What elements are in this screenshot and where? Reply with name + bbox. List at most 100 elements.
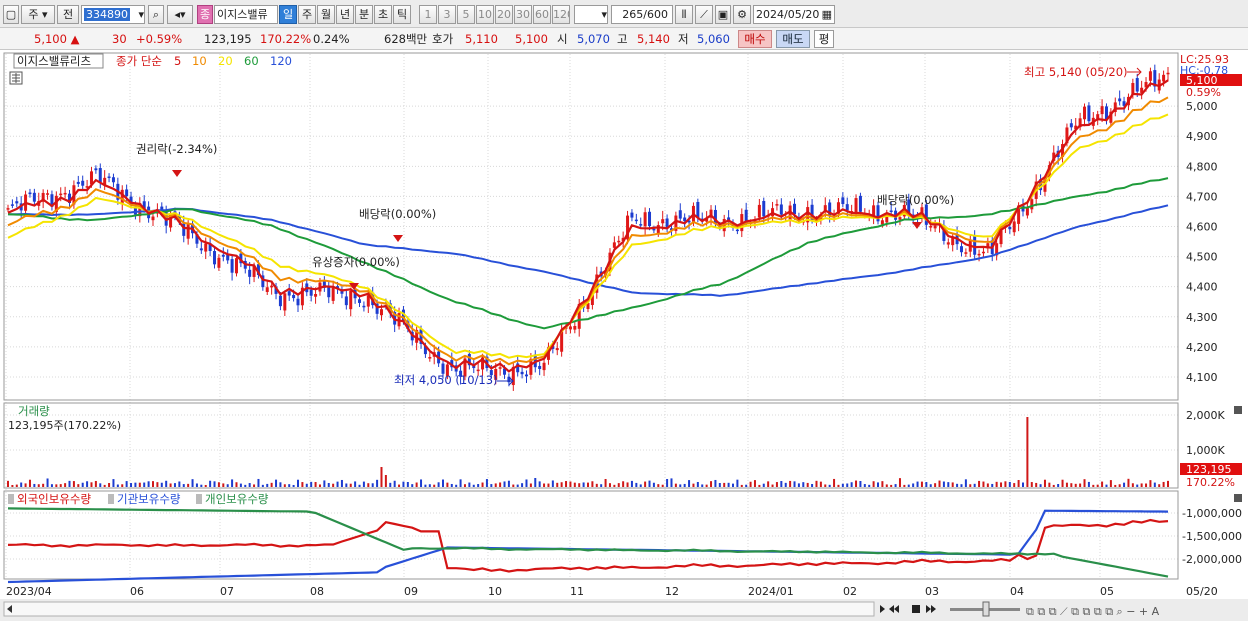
volume-bar [806, 482, 809, 487]
date-field[interactable]: 2024/05/20 ▦ [753, 5, 835, 24]
volume-bar [310, 481, 313, 487]
gear-icon[interactable]: ⚙ [733, 5, 751, 24]
volume-bar [239, 483, 242, 487]
candle-body [1083, 106, 1087, 120]
interval-tab[interactable]: 3 [438, 5, 456, 24]
volume-bar [507, 480, 510, 487]
eval-button[interactable]: 평 [814, 30, 834, 48]
volume-bar [99, 483, 102, 487]
volume-bar [745, 484, 748, 487]
volume-bar [538, 481, 541, 487]
candle-body [331, 287, 335, 301]
candle-body [648, 211, 652, 227]
ma-legend-item[interactable]: 60 [244, 54, 259, 68]
interval-tab[interactable]: 1 [419, 5, 437, 24]
volume-bar [200, 484, 203, 487]
chart-tools-icons[interactable]: ⧉ ⧉ ⧉ ⟋ ⧉ ⧉ ⧉ ⧉ ⌕ − + A [1026, 605, 1160, 618]
type-select[interactable]: 주 ▾ [21, 5, 55, 24]
interval-select[interactable]: ▾ [574, 5, 608, 24]
volume-bar [652, 482, 655, 487]
candle-body [898, 217, 902, 220]
volume-pane-close-icon[interactable] [1234, 406, 1242, 414]
search-icon[interactable]: ⌕ [148, 5, 164, 24]
period-tab[interactable]: 틱 [393, 5, 411, 24]
candle-body [924, 204, 928, 225]
interval-tab[interactable]: 10 [476, 5, 494, 24]
period-tab[interactable]: 초 [374, 5, 392, 24]
series-marker-icon [108, 494, 114, 504]
count-field[interactable]: 265/600 [611, 5, 673, 24]
stock-tag-badge: 종 [197, 5, 213, 24]
candle-body [793, 203, 797, 215]
interval-tab[interactable]: 120 [552, 5, 570, 24]
volume-bar [951, 482, 954, 487]
interval-tab[interactable]: 5 [457, 5, 475, 24]
volume-bar [332, 483, 335, 487]
holdings-lines [7, 507, 1169, 584]
volume-bar [81, 482, 84, 487]
y-tick-label: -1,000,000 [1182, 507, 1242, 520]
volume-bar [182, 484, 185, 487]
x-axis-ticks: 2023/04 06 07 08 09 10 11 12 2024/01 02 03 04 05 05/2… [6, 585, 1218, 598]
zoom-slider-thumb[interactable] [982, 601, 990, 617]
calendar-icon[interactable]: ▦ [822, 6, 834, 23]
open-price: 5,070 [577, 32, 610, 46]
volume-bar [1118, 484, 1121, 487]
chevron-down-icon[interactable]: ▾ [138, 6, 144, 23]
volume-bar [626, 482, 629, 487]
ma-legend-item[interactable]: 5 [174, 54, 181, 68]
stock-chart[interactable]: 5,000 4,900 4,800 4,700 4,600 4,500 4,400 4,300… [0, 50, 1248, 621]
candle-body [428, 357, 432, 359]
code-input[interactable]: 334890 ▾ [81, 5, 145, 24]
holdings-pane-close-icon[interactable] [1234, 494, 1242, 502]
volume-bar [1083, 479, 1086, 487]
ma-legend-item[interactable]: 20 [218, 54, 233, 68]
period-tab[interactable]: 월 [317, 5, 335, 24]
interval-tab[interactable]: 60 [533, 5, 551, 24]
period-tab[interactable]: 분 [355, 5, 373, 24]
volume-bar [384, 475, 387, 487]
period-tab[interactable]: 일 [279, 5, 297, 24]
volume-bar [156, 482, 159, 487]
volume-bar [617, 483, 620, 487]
volume-bar [885, 484, 888, 487]
speaker-icon[interactable]: ◂▾ [167, 5, 193, 24]
horizontal-scrollbar[interactable] [3, 601, 875, 617]
period-tab[interactable]: 년 [336, 5, 354, 24]
volume-bar [1145, 483, 1148, 487]
candle-icon[interactable]: ⫴ [675, 5, 693, 24]
save-icon[interactable]: ▣ [715, 5, 731, 24]
window-icon[interactable]: ▢ [3, 5, 19, 24]
ma-legend-item[interactable]: 10 [192, 54, 207, 68]
volume-bar [622, 481, 625, 487]
volume-bar [165, 480, 168, 487]
candle-body [933, 225, 937, 229]
draw-icon[interactable]: ⟋ [695, 5, 713, 24]
ma-legend-item[interactable]: 120 [270, 54, 292, 68]
period-tab[interactable]: 주 [298, 5, 316, 24]
volume-bar [793, 481, 796, 487]
volume-bar [481, 482, 484, 487]
volume-bar [499, 482, 502, 487]
stock-name-field[interactable]: 이지스밸류 [214, 5, 278, 24]
type2-select[interactable]: 전 [57, 5, 79, 24]
volume-bar [929, 484, 932, 487]
x-tick-label: 12 [665, 585, 679, 598]
volume-bar [740, 484, 743, 487]
volume-bar [169, 483, 172, 487]
volume-bar [903, 484, 906, 487]
volume-bar [1004, 481, 1007, 487]
candle-body [265, 287, 269, 292]
volume-bar [398, 484, 401, 487]
volume-bar [68, 480, 71, 487]
candle-body [498, 367, 502, 369]
volume-bar [235, 482, 238, 487]
buy-button[interactable]: 매수 [738, 30, 772, 48]
volume-bar [389, 482, 392, 487]
volume-bar [1123, 482, 1126, 487]
volume-bar [723, 482, 726, 487]
sell-button[interactable]: 매도 [776, 30, 810, 48]
candle-body [652, 228, 656, 231]
interval-tab[interactable]: 20 [495, 5, 513, 24]
interval-tab[interactable]: 30 [514, 5, 532, 24]
